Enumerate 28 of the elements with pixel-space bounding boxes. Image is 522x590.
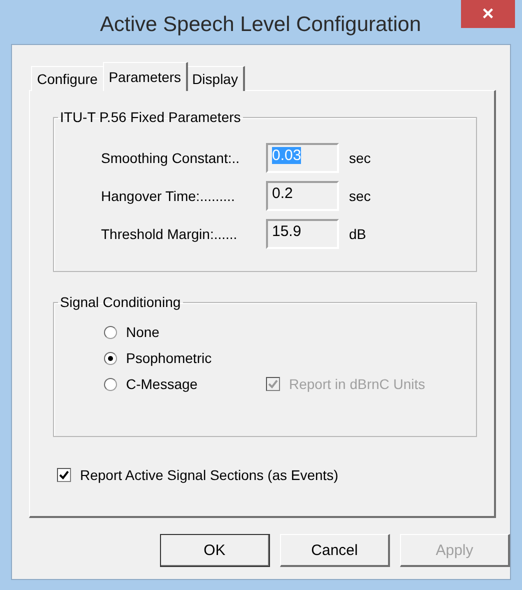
dialog-button[interactable]: Cancel [280,534,390,567]
checkbox-label: Report Active Signal Sections (as Events) [80,467,338,483]
group-title: ITU-T P.56 Fixed Parameters [59,109,242,125]
tab[interactable]: Configure [31,66,105,91]
option-label: None [126,324,160,340]
field-label: Smoothing Constant:.. [101,150,241,166]
checkmark-icon [268,379,278,389]
radio-button[interactable] [104,326,117,338]
input-field[interactable]: 15.9 [266,219,339,249]
unit-label: dB [349,226,368,242]
group-title: Signal Conditioning [59,294,182,310]
checkbox[interactable] [57,468,71,482]
field-label: Threshold Margin:...... [101,226,238,242]
input-field[interactable]: 0.2 [266,181,339,211]
option-label: C-Message [126,376,198,392]
checkbox-label: Report in dBrnC Units [289,376,426,392]
option-label: Psophometric [126,350,212,366]
unit-label: sec [349,188,372,204]
dialog-button[interactable]: OK [160,534,270,567]
window-title: Active Speech Level Configuration [100,12,422,37]
radio-button[interactable] [104,352,117,364]
checkmark-icon [59,470,69,480]
radio-button[interactable] [104,378,117,390]
tab[interactable]: Parameters [102,62,188,91]
tab[interactable]: Display [186,66,245,91]
close-button[interactable]: × [461,0,515,28]
field-label: Hangover Time:......... [101,188,236,204]
unit-label: sec [349,150,372,166]
